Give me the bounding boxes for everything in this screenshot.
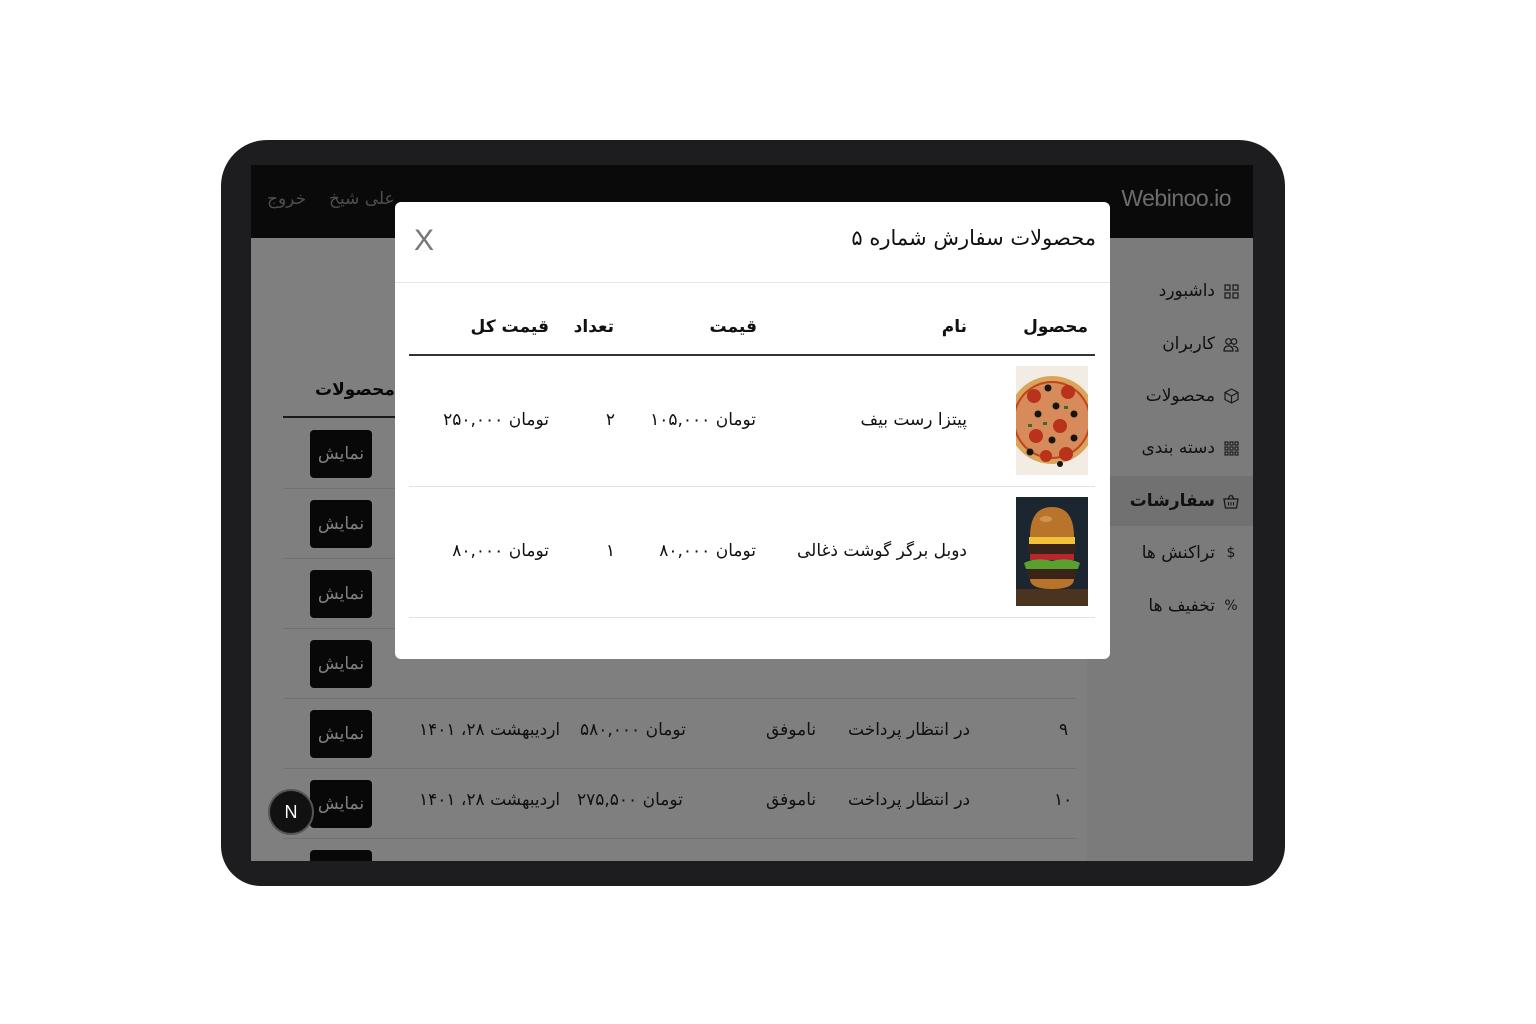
modal-header-divider bbox=[395, 282, 1110, 283]
table-row: پیتزا رست بیف ۱۰۵,۰۰۰ تومان ۲ ۲۵۰,۰۰۰ تو… bbox=[409, 356, 1095, 487]
order-products-modal: محصولات سفارش شماره ۵ X محصول نام قیمت ت… bbox=[395, 202, 1110, 659]
product-total: ۲۵۰,۰۰۰ تومان bbox=[443, 410, 549, 430]
column-header-total: قیمت کل bbox=[470, 317, 549, 337]
close-icon[interactable]: X bbox=[409, 226, 439, 256]
product-quantity: ۲ bbox=[605, 410, 615, 430]
product-name: پیتزا رست بیف bbox=[860, 410, 967, 430]
product-price: ۸۰,۰۰۰ تومان bbox=[659, 541, 756, 561]
nextjs-badge-button[interactable]: N bbox=[268, 789, 314, 835]
column-header-product: محصول bbox=[1023, 317, 1088, 337]
column-header-price: قیمت bbox=[709, 317, 757, 337]
product-total: ۸۰,۰۰۰ تومان bbox=[452, 541, 549, 561]
product-price: ۱۰۵,۰۰۰ تومان bbox=[650, 410, 756, 430]
modal-title: محصولات سفارش شماره ۵ bbox=[851, 226, 1096, 250]
product-quantity: ۱ bbox=[605, 541, 615, 561]
column-header-name: نام bbox=[941, 317, 967, 337]
product-name: دوبل برگر گوشت ذغالی bbox=[797, 541, 967, 561]
product-image-pizza bbox=[1016, 366, 1088, 475]
table-row: دوبل برگر گوشت ذغالی ۸۰,۰۰۰ تومان ۱ ۸۰,۰… bbox=[409, 487, 1095, 618]
product-image-burger bbox=[1016, 497, 1088, 606]
column-header-quantity: تعداد bbox=[573, 317, 614, 337]
